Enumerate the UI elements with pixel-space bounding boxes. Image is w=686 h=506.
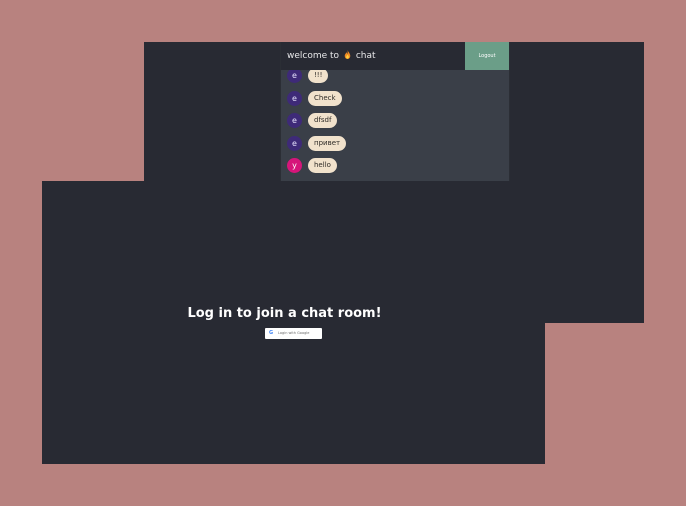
avatar: y	[287, 157, 302, 173]
google-icon: G	[269, 330, 274, 336]
avatar: e	[287, 112, 302, 128]
login-heading: Log in to join a chat room!	[187, 306, 382, 321]
flame-icon	[344, 50, 351, 59]
avatar: e	[287, 135, 302, 151]
chat-title-prefix: welcome to	[287, 51, 340, 61]
login-with-google-button[interactable]: G Login with Google	[265, 328, 322, 339]
avatar: e	[287, 90, 302, 106]
chat-title: welcome to chat	[287, 42, 376, 70]
chat-panel: welcome to chat Logout e !!! e Check e d…	[280, 42, 510, 181]
google-button-label: Login with Google	[278, 331, 310, 335]
login-window: Log in to join a chat room! G Login with…	[42, 181, 545, 464]
message-bubble: !!!	[308, 70, 329, 83]
message-item: y hello	[287, 156, 337, 174]
message-bubble: привет	[308, 135, 347, 151]
chat-title-suffix: chat	[355, 51, 376, 61]
message-item: e Check	[287, 89, 342, 107]
logout-button[interactable]: Logout	[465, 42, 509, 70]
message-bubble: dfsdf	[308, 112, 338, 128]
message-item: e !!!	[287, 70, 329, 84]
message-bubble: Check	[308, 90, 342, 106]
chat-header: welcome to chat Logout	[281, 42, 509, 70]
message-list: e !!! e Check e dfsdf e привет y hello	[281, 70, 509, 181]
message-bubble: hello	[308, 157, 337, 173]
avatar: e	[287, 70, 302, 83]
message-item: e dfsdf	[287, 111, 338, 129]
message-item: e привет	[287, 134, 347, 152]
